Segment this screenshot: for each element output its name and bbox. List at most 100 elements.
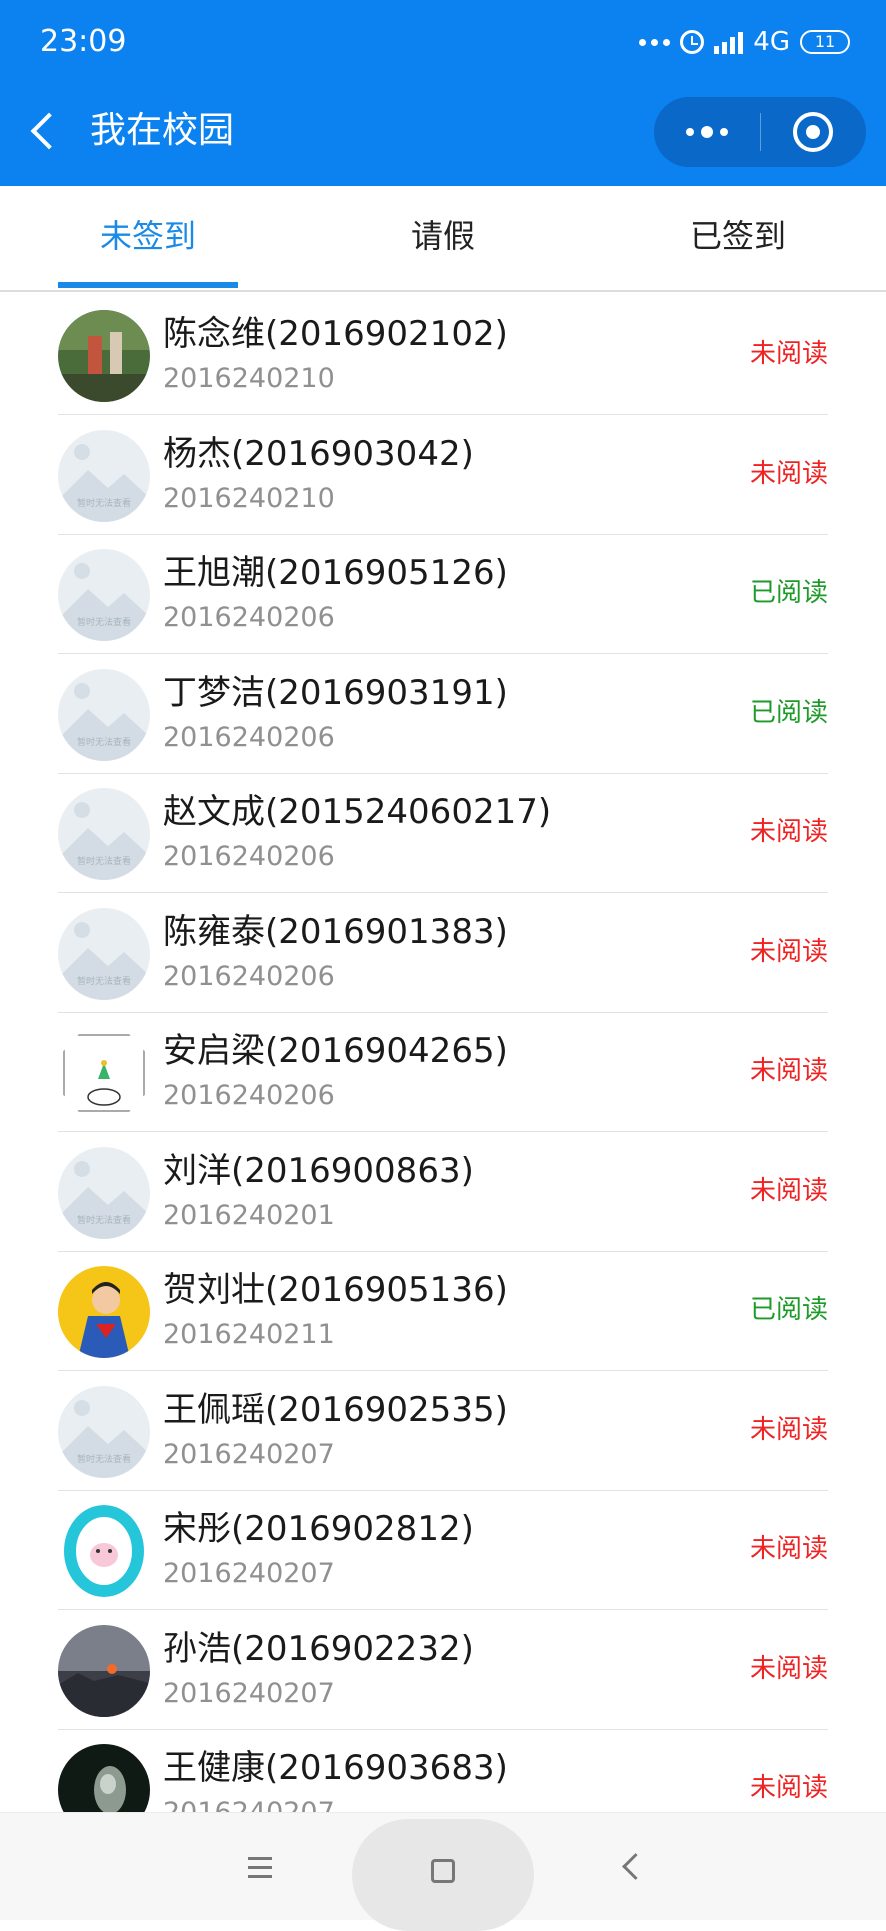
- system-nav-bar: [0, 1812, 886, 1931]
- back-icon[interactable]: [610, 1843, 650, 1891]
- student-name: 安启梁(2016904265): [163, 1031, 508, 1071]
- avatar: [58, 1505, 150, 1597]
- read-status: 未阅读: [749, 1773, 828, 1803]
- avatar: 暂时无法查看: [58, 668, 150, 761]
- read-status: 未阅读: [749, 339, 828, 369]
- list-item[interactable]: 贺刘壮(2016905136) 2016240211 已阅读: [58, 1252, 828, 1371]
- svg-text:暂时无法查看: 暂时无法查看: [77, 855, 131, 867]
- battery-level: 11: [814, 32, 836, 51]
- list-item[interactable]: 暂时无法查看 杨杰(2016903042) 2016240210 未阅读: [58, 416, 828, 535]
- list-item[interactable]: 暂时无法查看 刘洋(2016900863) 2016240201 未阅读: [58, 1133, 828, 1252]
- menu-icon[interactable]: [240, 1843, 280, 1891]
- app-header: 23:09 4G 11 我在校园: [0, 0, 886, 186]
- svg-text:暂时无法查看: 暂时无法查看: [77, 616, 131, 628]
- tab-label: 已签到: [689, 217, 786, 255]
- page-title: 我在校园: [90, 110, 235, 151]
- class-id: 2016240206: [163, 602, 335, 633]
- student-name: 贺刘壮(2016905136): [163, 1270, 508, 1310]
- class-id: 2016240210: [163, 482, 335, 514]
- battery-icon: 11: [800, 30, 850, 54]
- student-name: 陈念维(2016902102): [163, 314, 508, 354]
- back-button[interactable]: [24, 104, 68, 158]
- svg-text:暂时无法查看: 暂时无法查看: [77, 1214, 131, 1226]
- alarm-icon: [680, 30, 705, 54]
- svg-text:暂时无法查看: 暂时无法查看: [77, 497, 131, 509]
- list-item[interactable]: 宋彤(2016902812) 2016240207 未阅读: [58, 1491, 828, 1610]
- read-status: 未阅读: [749, 1056, 828, 1086]
- more-button[interactable]: [654, 97, 760, 167]
- avatar: 暂时无法查看: [58, 788, 150, 880]
- avatar: 暂时无法查看: [58, 549, 150, 641]
- list-item[interactable]: 安启梁(2016904265) 2016240206 未阅读: [58, 1013, 828, 1132]
- list-item[interactable]: 暂时无法查看 丁梦洁(2016903191) 2016240206 已阅读: [58, 655, 828, 774]
- class-id: 2016240206: [163, 1080, 335, 1111]
- student-name: 王健康(2016903683): [163, 1748, 508, 1788]
- student-name: 丁梦洁(2016903191): [163, 672, 508, 713]
- class-id: 2016240207: [163, 1677, 335, 1709]
- tab-active-indicator: [58, 282, 238, 288]
- mini-program-capsule: [654, 97, 866, 167]
- class-id: 2016240207: [163, 1796, 335, 1812]
- status-time: 23:09: [40, 24, 127, 59]
- avatar: 暂时无法查看: [58, 907, 150, 1000]
- avatar: 暂时无法查看: [58, 1146, 150, 1239]
- student-name: 孙浩(2016902232): [163, 1628, 474, 1669]
- avatar: 暂时无法查看: [58, 429, 150, 522]
- student-list[interactable]: 陈念维(2016902102) 2016240210 未阅读 暂时无法查看 杨杰(2…: [0, 292, 886, 1812]
- avatar: [58, 1744, 150, 1812]
- read-status: 未阅读: [749, 817, 828, 847]
- notification-dots-icon: [639, 38, 671, 46]
- class-id: 2016240201: [163, 1199, 335, 1231]
- class-id: 2016240211: [163, 1319, 335, 1350]
- student-name: 赵文成(201524060217): [163, 792, 552, 832]
- svg-text:暂时无法查看: 暂时无法查看: [77, 975, 131, 987]
- home-icon[interactable]: [352, 1819, 534, 1931]
- student-name: 宋彤(2016902812): [163, 1509, 474, 1549]
- tab-label: 未签到: [99, 217, 196, 255]
- status-icons: 4G 11: [639, 22, 850, 62]
- student-name: 陈雍泰(2016901383): [163, 911, 508, 952]
- tab-label: 请假: [410, 217, 475, 255]
- avatar: 暂时无法查看: [58, 1385, 150, 1478]
- class-id: 2016240207: [163, 1558, 335, 1589]
- student-name: 刘洋(2016900863): [163, 1150, 474, 1191]
- class-id: 2016240207: [163, 1438, 335, 1470]
- tab-leave[interactable]: 请假: [353, 186, 533, 290]
- avatar: [58, 1027, 150, 1119]
- tab-bar: 未签到 请假 已签到: [0, 186, 886, 292]
- student-name: 王佩瑶(2016902535): [163, 1389, 508, 1430]
- read-status: 未阅读: [749, 1175, 828, 1206]
- read-status: 未阅读: [749, 458, 828, 489]
- read-status: 已阅读: [749, 578, 828, 608]
- read-status: 已阅读: [749, 697, 828, 728]
- read-status: 未阅读: [749, 936, 828, 967]
- close-ring-icon: [793, 112, 833, 152]
- list-item[interactable]: 陈念维(2016902102) 2016240210 未阅读: [58, 296, 828, 415]
- read-status: 已阅读: [749, 1295, 828, 1325]
- student-name: 杨杰(2016903042): [163, 433, 474, 474]
- signal-icon: [714, 30, 744, 54]
- read-status: 未阅读: [749, 1414, 828, 1445]
- read-status: 未阅读: [749, 1653, 828, 1684]
- read-status: 未阅读: [749, 1534, 828, 1564]
- class-id: 2016240206: [163, 721, 335, 753]
- avatar: [58, 1624, 150, 1717]
- class-id: 2016240206: [163, 960, 335, 992]
- list-item[interactable]: 王健康(2016903683) 2016240207 未阅读: [58, 1730, 828, 1812]
- tab-signed[interactable]: 已签到: [648, 186, 828, 290]
- list-item[interactable]: 孙浩(2016902232) 2016240207 未阅读: [58, 1611, 828, 1730]
- list-item[interactable]: 暂时无法查看 陈雍泰(2016901383) 2016240206 未阅读: [58, 894, 828, 1013]
- tab-not-signed[interactable]: 未签到: [58, 186, 238, 290]
- list-item[interactable]: 暂时无法查看 王旭潮(2016905126) 2016240206 已阅读: [58, 535, 828, 654]
- svg-text:暂时无法查看: 暂时无法查看: [77, 1453, 131, 1465]
- list-item[interactable]: 暂时无法查看 赵文成(201524060217) 2016240206 未阅读: [58, 774, 828, 893]
- close-button[interactable]: [760, 97, 866, 167]
- class-id: 2016240210: [163, 363, 335, 394]
- student-name: 王旭潮(2016905126): [163, 553, 508, 593]
- network-type: 4G: [753, 27, 790, 57]
- class-id: 2016240206: [163, 841, 335, 872]
- avatar: [58, 1266, 150, 1358]
- avatar: [58, 310, 150, 402]
- list-item[interactable]: 暂时无法查看 王佩瑶(2016902535) 2016240207 未阅读: [58, 1372, 828, 1491]
- svg-text:暂时无法查看: 暂时无法查看: [77, 736, 131, 748]
